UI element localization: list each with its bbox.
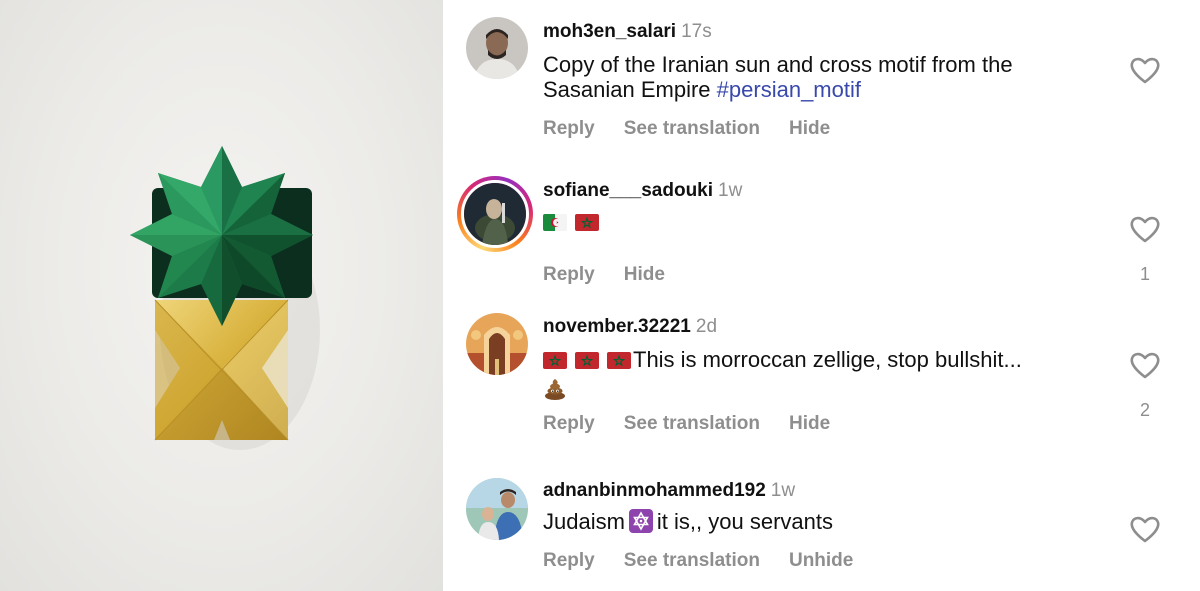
morocco-flag-icon	[575, 214, 599, 231]
avatar-story-ring[interactable]	[457, 176, 533, 252]
morocco-flag-icon	[607, 352, 631, 369]
post-photo	[0, 0, 443, 591]
like-heart-icon[interactable]	[1129, 55, 1161, 85]
star-cross-motif-image	[130, 146, 320, 450]
avatar[interactable]	[466, 313, 528, 375]
like-count: 1	[1139, 264, 1150, 284]
comment-text: This is morroccan zellige, stop bullshit…	[543, 345, 1103, 405]
comment-time: 1w	[718, 180, 743, 201]
see-translation-button[interactable]: See translation	[624, 118, 760, 139]
reply-button[interactable]: Reply	[543, 413, 595, 434]
comment-username[interactable]: adnanbinmohammed192 1w	[543, 480, 795, 502]
morocco-flag-icon	[543, 352, 567, 369]
user-avatar-icon	[466, 313, 528, 375]
comments-panel: moh3en_salari 17s Copy of the Iranian sun…	[443, 0, 1200, 591]
hide-button[interactable]: Hide	[624, 264, 665, 285]
see-translation-button[interactable]: See translation	[624, 413, 760, 434]
morocco-flag-icon	[575, 352, 599, 369]
unhide-button[interactable]: Unhide	[789, 550, 853, 571]
like-heart-icon[interactable]	[1129, 514, 1161, 544]
avatar[interactable]	[466, 17, 528, 79]
pile-of-poo-emoji-icon	[543, 377, 567, 401]
comment-actions: Reply See translation Unhide	[543, 550, 882, 572]
hide-button[interactable]: Hide	[789, 118, 830, 139]
user-avatar-icon	[466, 17, 528, 79]
comment-username[interactable]: november.32221 2d	[543, 316, 717, 338]
like-heart-icon[interactable]	[1129, 350, 1161, 380]
user-avatar-icon	[464, 183, 526, 245]
like-count: 2	[1139, 400, 1150, 420]
reply-button[interactable]: Reply	[543, 550, 595, 571]
comment-text: Judaism it is,, you servants	[543, 509, 833, 534]
comment-time: 2d	[695, 316, 718, 337]
comment-text	[543, 209, 1103, 234]
comment-actions: Reply See translation Hide	[543, 118, 859, 140]
reply-button[interactable]: Reply	[543, 264, 595, 285]
comment-actions: Reply See translation Hide	[543, 413, 859, 435]
comment-time: 17s	[681, 21, 712, 42]
star-of-david-emoji-icon	[628, 509, 653, 533]
avatar[interactable]	[466, 478, 528, 540]
user-avatar-icon	[466, 478, 528, 540]
comment-text: Copy of the Iranian sun and cross motif …	[543, 52, 1013, 102]
see-translation-button[interactable]: See translation	[624, 550, 760, 571]
hide-button[interactable]: Hide	[789, 413, 830, 434]
comment-username[interactable]: sofiane___sadouki 1w	[543, 180, 742, 202]
like-heart-icon[interactable]	[1129, 214, 1161, 244]
reply-button[interactable]: Reply	[543, 118, 595, 139]
comment-username[interactable]: moh3en_salari 17s	[543, 21, 712, 43]
hashtag-link[interactable]: #persian_motif	[717, 77, 861, 102]
algeria-flag-icon	[543, 214, 567, 231]
comment-actions: Reply Hide	[543, 264, 694, 286]
comment-time: 1w	[770, 480, 796, 501]
